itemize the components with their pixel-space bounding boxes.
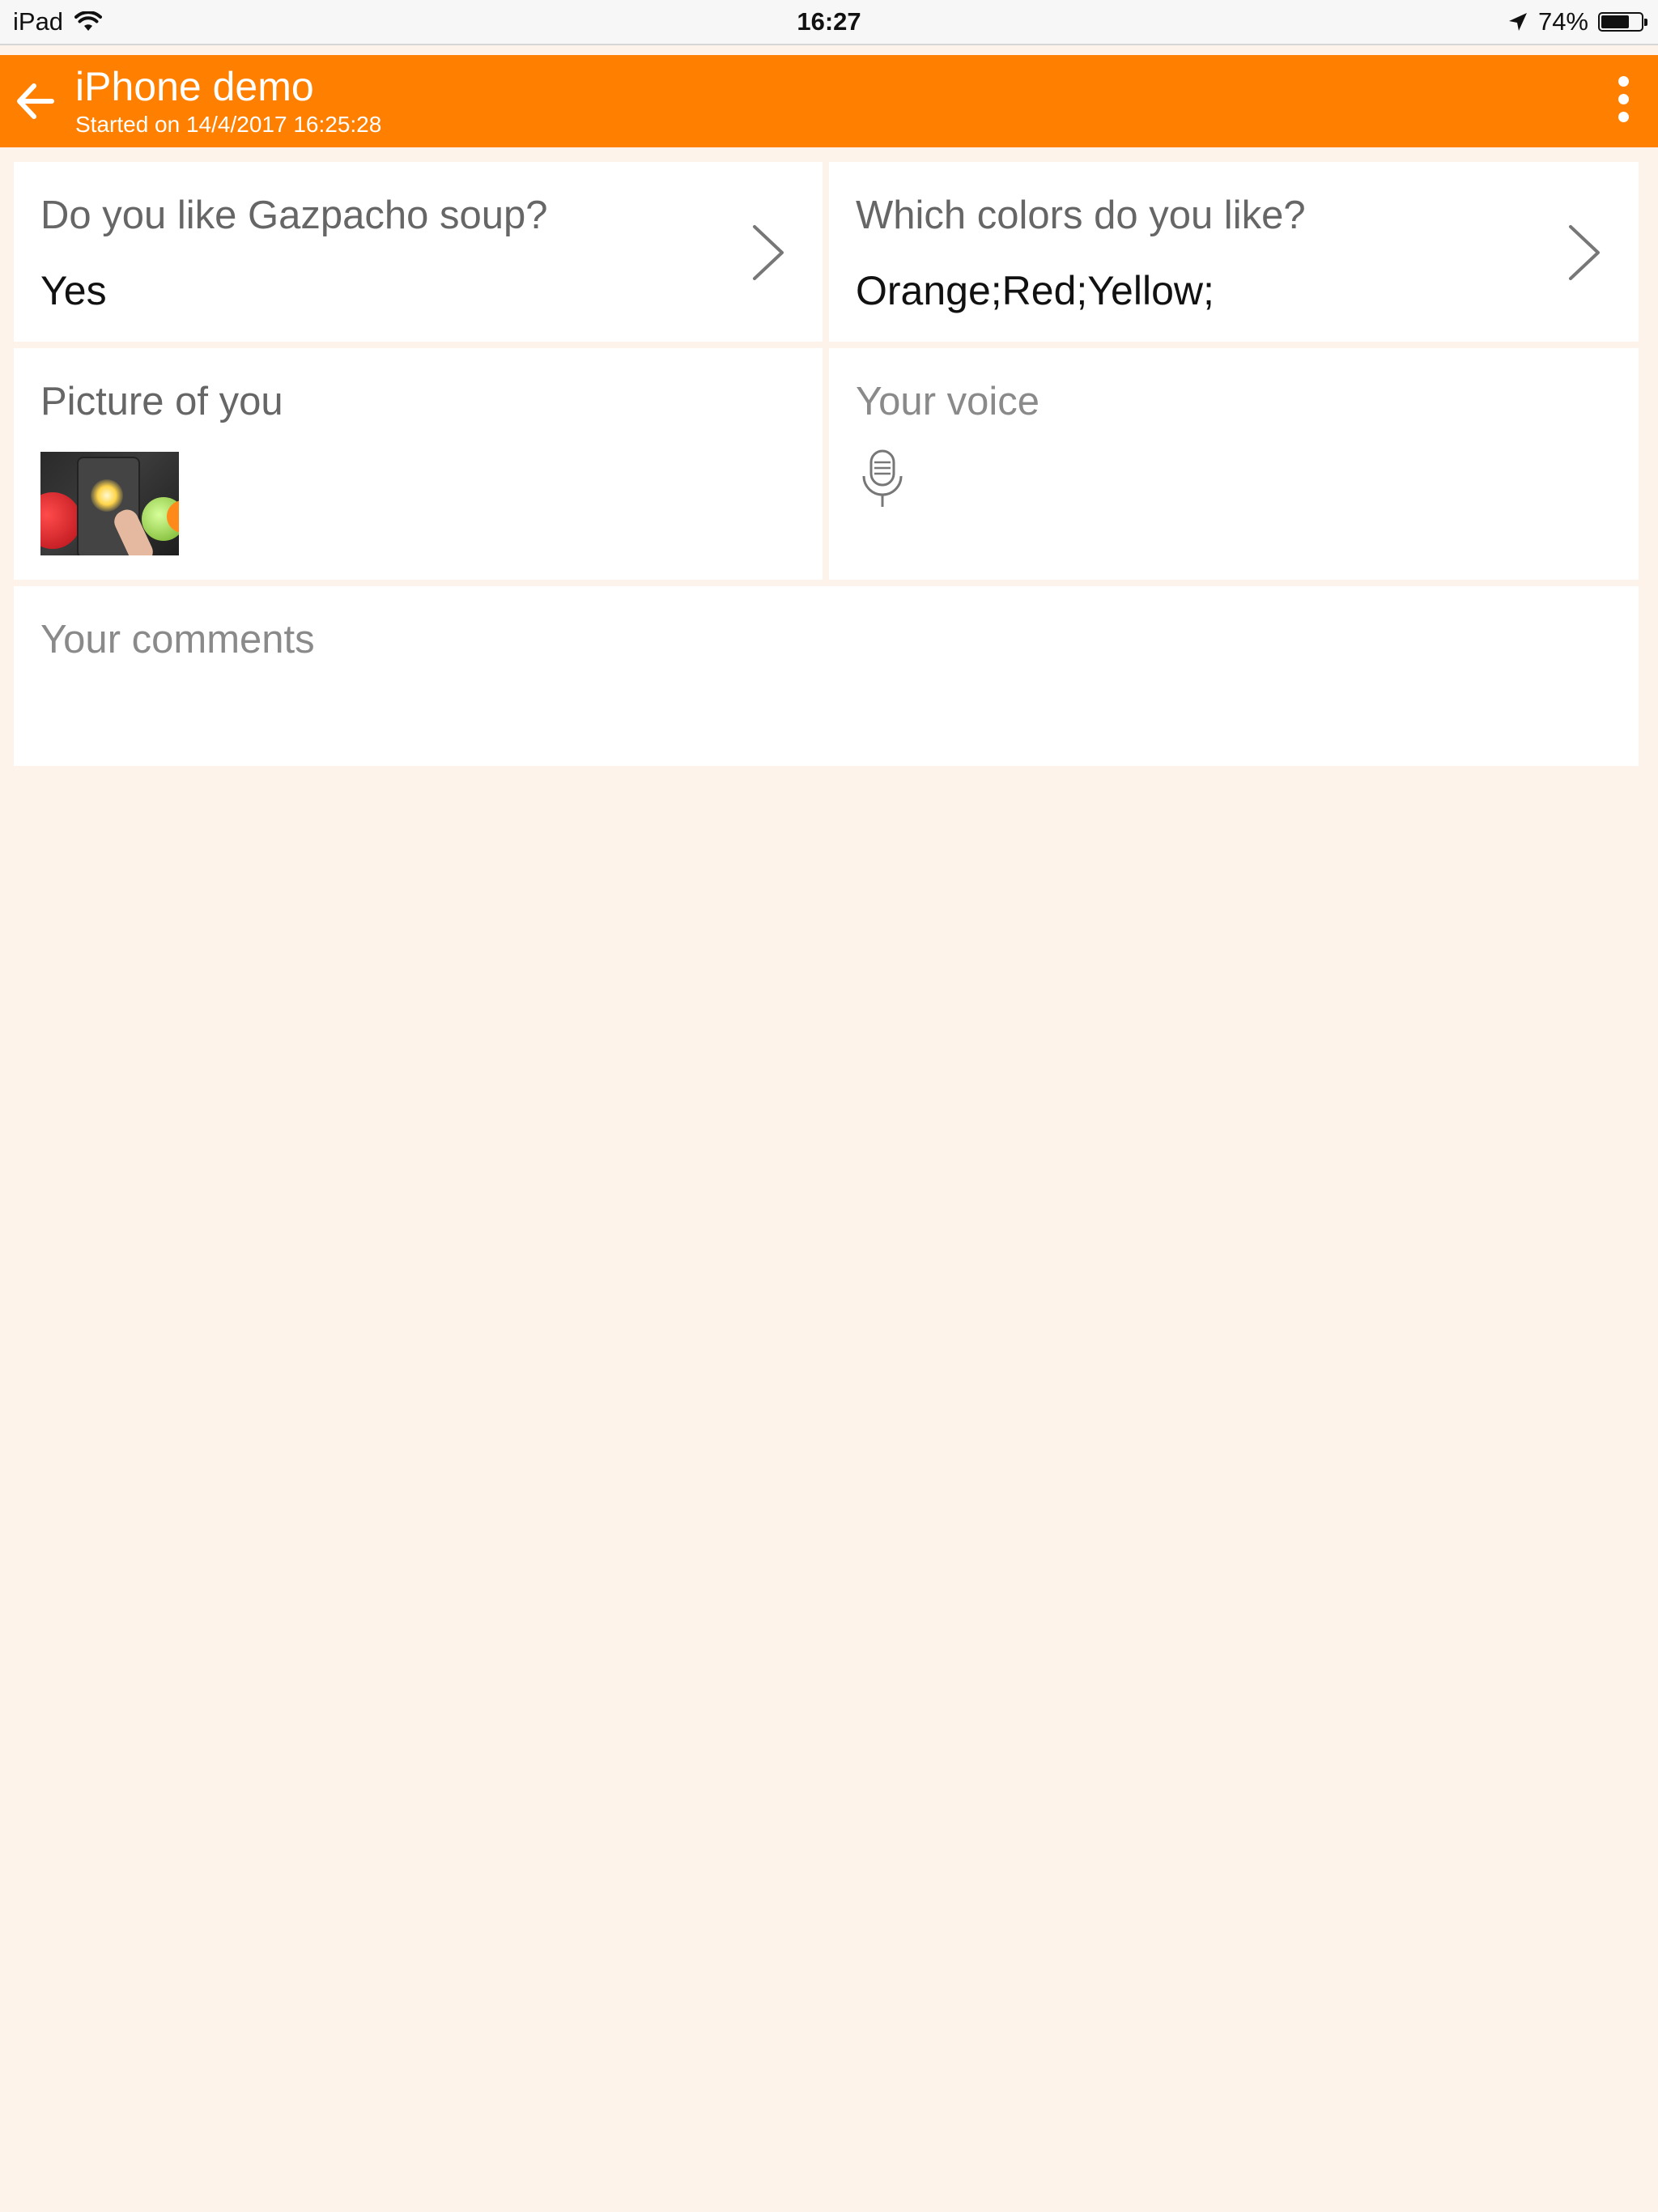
question-card-gazpacho[interactable]: Do you like Gazpacho soup? Yes <box>14 162 823 342</box>
status-bar: iPad 16:27 74% <box>0 0 1658 45</box>
battery-cap <box>1644 19 1647 26</box>
location-arrow-icon <box>1508 13 1527 31</box>
photo-thumbnail[interactable] <box>40 452 179 555</box>
microphone-icon[interactable] <box>860 449 905 510</box>
back-arrow-icon[interactable] <box>11 76 62 126</box>
question-card-voice[interactable]: Your voice <box>829 348 1639 580</box>
app-bar: iPhone demo Started on 14/4/2017 16:25:2… <box>0 55 1658 147</box>
battery-level <box>1601 15 1630 28</box>
question-label: Picture of you <box>40 380 283 423</box>
question-label: Your voice <box>856 380 1040 423</box>
page-subtitle: Started on 14/4/2017 16:25:28 <box>75 112 382 137</box>
question-label: Which colors do you like? <box>856 194 1306 237</box>
menu-dot <box>1618 76 1629 87</box>
page-title: iPhone demo <box>75 64 314 109</box>
more-vertical-icon[interactable] <box>1611 76 1635 126</box>
question-label: Do you like Gazpacho soup? <box>40 194 548 237</box>
thumbnail-tomato <box>40 492 81 549</box>
answer-value: Yes <box>40 268 107 313</box>
menu-dot <box>1618 94 1629 104</box>
chevron-right-icon[interactable] <box>1564 222 1605 283</box>
question-card-picture[interactable]: Picture of you <box>14 348 823 580</box>
battery-percent: 74% <box>1537 7 1588 36</box>
answer-value: Orange;Red;Yellow; <box>856 268 1214 313</box>
thumbnail-lightbulb <box>91 479 123 512</box>
question-card-comments[interactable]: Your comments <box>14 586 1639 766</box>
question-card-colors[interactable]: Which colors do you like? Orange;Red;Yel… <box>829 162 1639 342</box>
status-time: 16:27 <box>797 7 861 36</box>
chevron-right-icon[interactable] <box>748 222 789 283</box>
menu-dot <box>1618 112 1629 122</box>
comments-field[interactable]: Your comments <box>40 617 315 662</box>
status-bar-right: 74% <box>1507 7 1647 36</box>
battery-icon <box>1598 12 1647 32</box>
